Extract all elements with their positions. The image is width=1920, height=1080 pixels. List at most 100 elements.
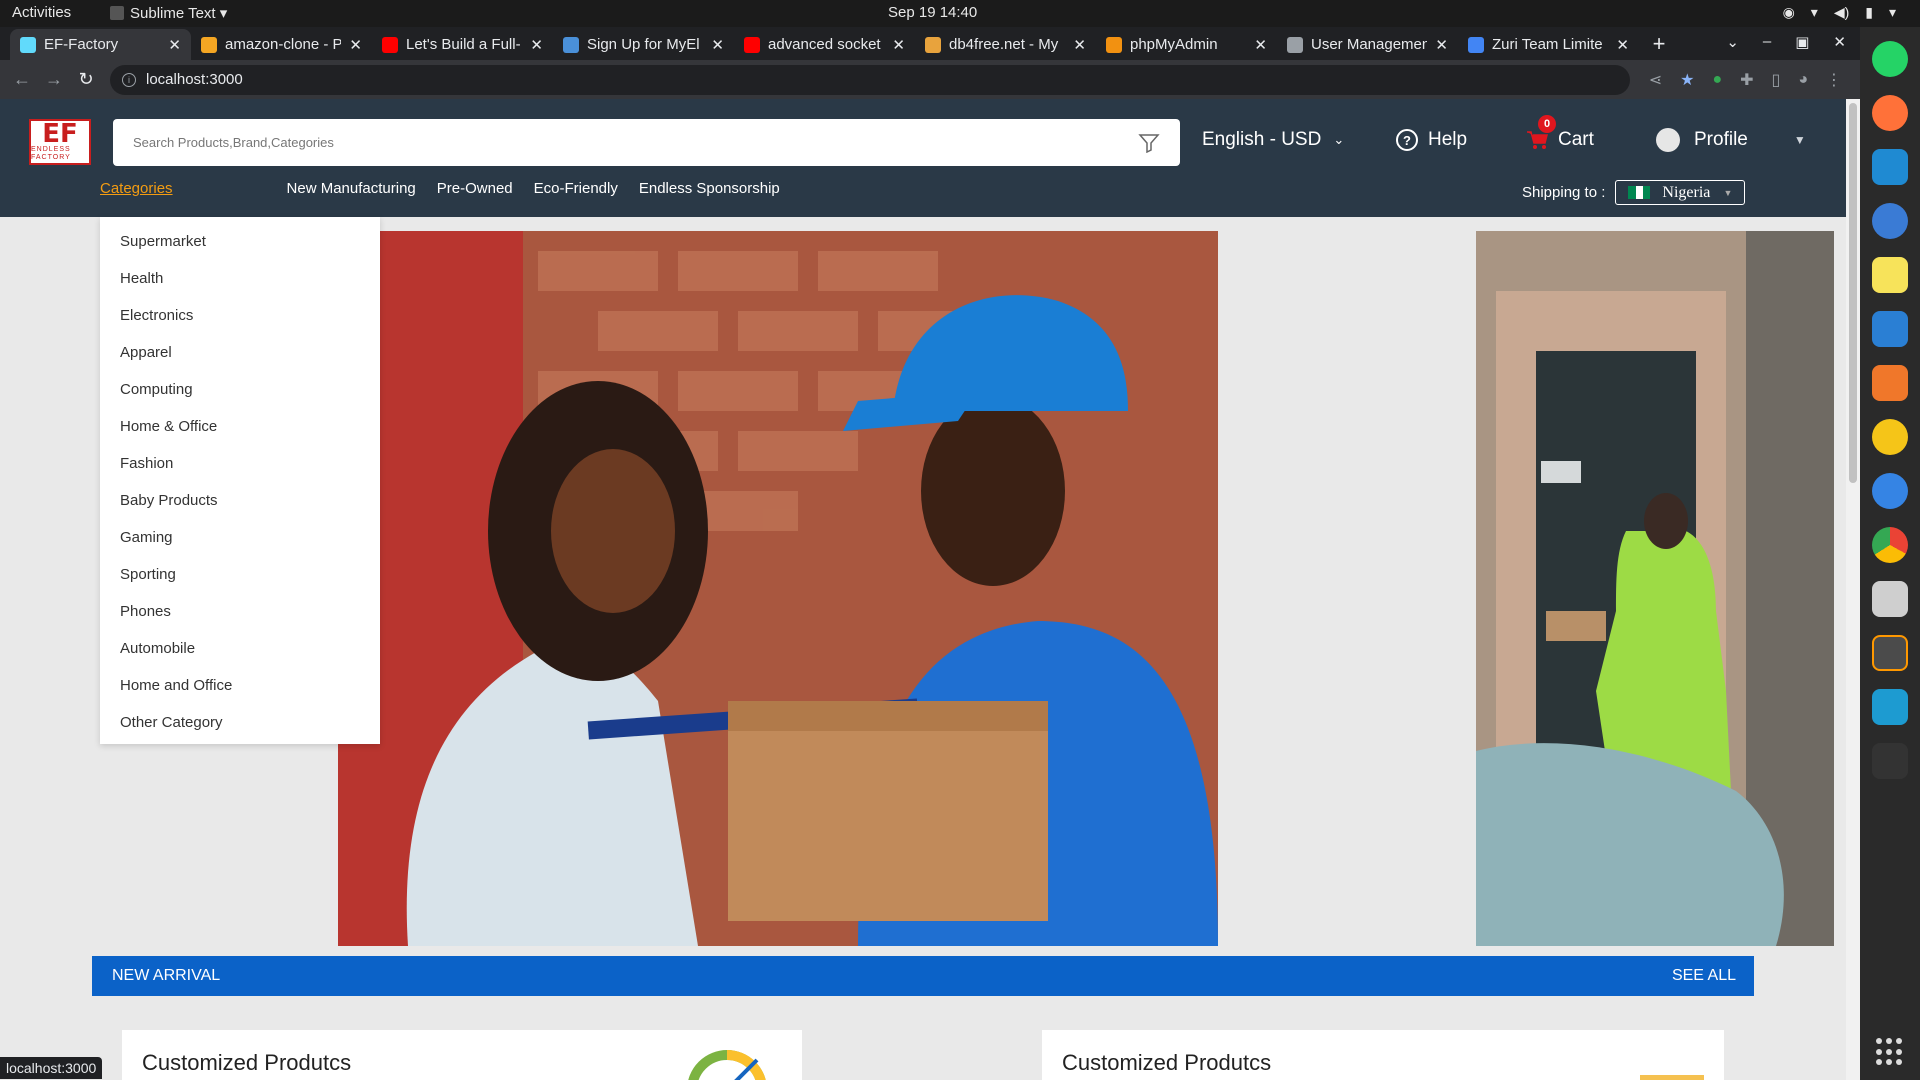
vscode-icon[interactable] — [1872, 149, 1908, 185]
close-window-icon[interactable]: ✕ — [1833, 33, 1846, 51]
show-apps-icon[interactable] — [1876, 1038, 1904, 1066]
extension-icon[interactable]: ● — [1712, 71, 1722, 89]
puzzle-icon[interactable]: ✚ — [1740, 70, 1753, 90]
firefox-icon[interactable] — [1872, 95, 1908, 131]
product-card[interactable]: Customized Produtcs — [1042, 1030, 1724, 1080]
search-input[interactable] — [133, 135, 1138, 150]
side-banner-image[interactable] — [1476, 231, 1834, 946]
system-tray[interactable]: ◉ ▾ ◀) ▮ ▾ — [1783, 4, 1896, 21]
language-label: English - USD — [1202, 129, 1322, 150]
share-icon[interactable]: ⋖ — [1649, 70, 1662, 90]
hero-banner-image[interactable] — [338, 231, 1218, 946]
category-menu-item[interactable]: Home & Office — [100, 408, 380, 445]
maximize-icon[interactable]: ▣ — [1795, 33, 1809, 51]
close-tab-icon[interactable]: ✕ — [711, 36, 724, 54]
avatar — [1656, 128, 1680, 152]
country-select[interactable]: Nigeria ▼ — [1615, 180, 1746, 205]
activities-button[interactable]: Activities — [12, 4, 71, 21]
browser-tab[interactable]: advanced socket ✕ — [734, 29, 915, 60]
browser-tab[interactable]: Zuri Team Limite ✕ — [1458, 29, 1639, 60]
nav-link[interactable]: Endless Sponsorship — [639, 180, 780, 197]
chrome-icon[interactable] — [1872, 527, 1908, 563]
remote-icon[interactable] — [1872, 689, 1908, 725]
browser-tab[interactable]: User Managemen ✕ — [1277, 29, 1458, 60]
browser-tab[interactable]: EF-Factory ✕ — [10, 29, 191, 60]
new-arrival-title: NEW ARRIVAL — [112, 967, 221, 984]
browser-tab[interactable]: Let's Build a Full- ✕ — [372, 29, 553, 60]
sticky-notes-icon[interactable] — [1872, 257, 1908, 293]
close-tab-icon[interactable]: ✕ — [168, 36, 181, 54]
software-center-icon[interactable] — [1872, 365, 1908, 401]
category-menu-item[interactable]: Baby Products — [100, 482, 380, 519]
nav-link[interactable]: Eco-Friendly — [534, 180, 618, 197]
address-bar[interactable]: i localhost:3000 — [110, 64, 1630, 95]
close-tab-icon[interactable]: ✕ — [1073, 36, 1086, 54]
bookmark-star-icon[interactable]: ★ — [1680, 70, 1694, 90]
browser-tab[interactable]: phpMyAdmin ✕ — [1096, 29, 1277, 60]
category-menu-item[interactable]: Automobile — [100, 630, 380, 667]
chevron-down-icon: ▼ — [1723, 187, 1733, 198]
categories-dropdown: Supermarket Health Electronics Apparel Compu… — [100, 217, 380, 744]
page-scrollbar[interactable] — [1846, 99, 1860, 1080]
avatar-icon[interactable]: ◕ — [1798, 71, 1808, 89]
filter-icon[interactable] — [1138, 133, 1160, 153]
language-currency-selector[interactable]: English - USD ⌄ — [1202, 129, 1344, 151]
browser-tab[interactable]: Sign Up for MyEl ✕ — [553, 29, 734, 60]
writer-icon[interactable] — [1872, 311, 1908, 347]
side-panel-icon[interactable]: ▯ — [1772, 70, 1781, 90]
app-menu[interactable]: Sublime Text ▾ — [110, 4, 227, 22]
nav-link[interactable]: Pre-Owned — [437, 180, 513, 197]
site-logo[interactable]: EF ENDLESS FACTORY — [29, 119, 91, 165]
rhythmbox-icon[interactable] — [1872, 419, 1908, 455]
close-tab-icon[interactable]: ✕ — [892, 36, 905, 54]
close-tab-icon[interactable]: ✕ — [349, 36, 362, 54]
close-tab-icon[interactable]: ✕ — [530, 36, 543, 54]
category-menu-item[interactable]: Gaming — [100, 519, 380, 556]
forward-icon[interactable]: → — [38, 69, 70, 90]
category-menu-item[interactable]: Other Category — [100, 704, 380, 741]
site-info-icon[interactable]: i — [122, 72, 136, 87]
category-menu-item[interactable]: Supermarket — [100, 223, 380, 260]
cart-button[interactable]: 0 Cart — [1526, 115, 1594, 151]
category-menu-item[interactable]: Home and Office — [100, 667, 380, 704]
reload-icon[interactable]: ↻ — [70, 69, 102, 90]
category-menu-item[interactable]: Computing — [100, 371, 380, 408]
close-tab-icon[interactable]: ✕ — [1435, 36, 1448, 54]
browser-tab[interactable]: db4free.net - My ✕ — [915, 29, 1096, 60]
help-link[interactable]: ? Help — [1396, 129, 1467, 151]
close-tab-icon[interactable]: ✕ — [1254, 36, 1267, 54]
help-icon[interactable] — [1872, 473, 1908, 509]
scrollbar-thumb[interactable] — [1849, 103, 1857, 483]
logo-mark: EF — [42, 119, 78, 149]
delivery-photo — [338, 231, 1218, 946]
product-card[interactable]: Customized Produtcs — [122, 1030, 802, 1080]
product-card-title: Customized Produtcs — [142, 1050, 352, 1075]
categories-link[interactable]: Categories — [100, 180, 173, 197]
profile-menu[interactable]: Profile ▼ — [1656, 128, 1806, 152]
search-bar — [113, 119, 1180, 166]
new-tab-button[interactable]: + — [1639, 31, 1679, 57]
tab-search-icon[interactable]: ⌄ — [1726, 33, 1739, 51]
thunderbird-icon[interactable] — [1872, 203, 1908, 239]
category-menu-item[interactable]: Apparel — [100, 334, 380, 371]
sublime-icon[interactable] — [1872, 635, 1908, 671]
whatsapp-icon[interactable] — [1872, 41, 1908, 77]
category-menu-item[interactable]: Sporting — [100, 556, 380, 593]
address-bar-url: localhost:3000 — [146, 71, 243, 88]
nav-link[interactable]: New Manufacturing — [287, 180, 416, 197]
kebab-menu-icon[interactable]: ⋮ — [1826, 70, 1842, 90]
files-icon[interactable] — [1872, 581, 1908, 617]
tab-favicon-icon — [925, 36, 941, 53]
category-menu-item[interactable]: Phones — [100, 593, 380, 630]
clock[interactable]: Sep 19 14:40 — [888, 4, 977, 21]
toolbar-actions: ⋖ ★ ● ✚ ▯ ◕ ⋮ — [1649, 70, 1860, 90]
close-tab-icon[interactable]: ✕ — [1616, 36, 1629, 54]
category-menu-item[interactable]: Electronics — [100, 297, 380, 334]
category-menu-item[interactable]: Health — [100, 260, 380, 297]
back-icon[interactable]: ← — [6, 69, 38, 90]
see-all-link[interactable]: SEE ALL — [1672, 967, 1736, 985]
category-menu-item[interactable]: Fashion — [100, 445, 380, 482]
minimize-icon[interactable]: – — [1763, 33, 1771, 51]
terminal-icon[interactable] — [1872, 743, 1908, 779]
browser-tab[interactable]: amazon-clone - P ✕ — [191, 29, 372, 60]
